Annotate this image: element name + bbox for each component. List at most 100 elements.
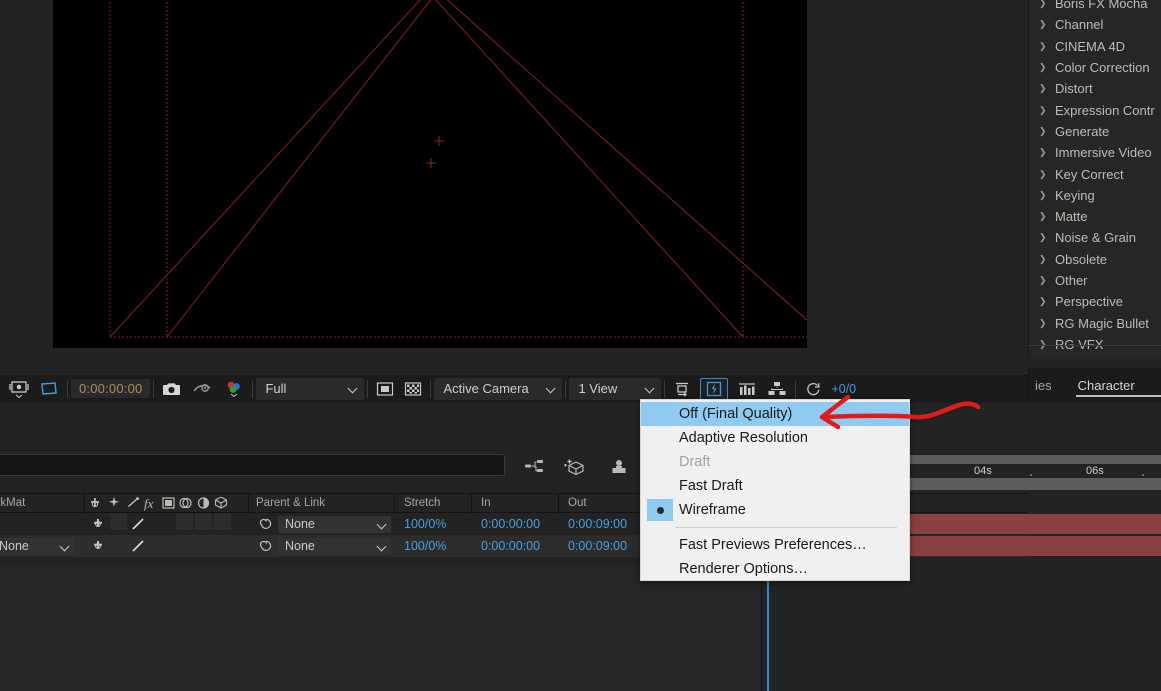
column-parent-and-link[interactable]: Parent & Link <box>256 497 325 509</box>
toolbar-separator <box>795 379 797 398</box>
toolbar-separator <box>252 379 254 398</box>
menu-item-label: Fast Previews Preferences… <box>679 537 867 553</box>
stretch-value[interactable]: 100/0% <box>404 535 446 557</box>
tab-properties[interactable]: ies <box>1029 368 1058 403</box>
view-layout-select[interactable]: 1 View <box>569 377 662 400</box>
menu-item-label: Off (Final Quality) <box>679 406 793 422</box>
effects-category-item[interactable]: ❯ Other <box>1029 270 1161 291</box>
collapse-transformations-toggle[interactable] <box>88 535 108 557</box>
fast-previews-button[interactable] <box>700 377 729 403</box>
effects-category-item[interactable]: ❯ Channel <box>1029 14 1161 35</box>
composition-mini-flowchart-icon[interactable] <box>524 458 546 479</box>
column-stretch[interactable]: Stretch <box>404 497 440 509</box>
toggle-mask-visibility-icon[interactable] <box>371 378 399 400</box>
effects-category-item[interactable]: ❯ Perspective <box>1029 291 1161 312</box>
in-value[interactable]: 0:00:00:00 <box>481 513 540 535</box>
menu-item[interactable]: Off (Final Quality) <box>641 402 909 426</box>
parent-link-select[interactable]: None <box>278 537 391 555</box>
search-input[interactable] <box>0 454 505 476</box>
menu-item[interactable]: Adaptive Resolution <box>641 426 909 450</box>
menu-item[interactable]: Wireframe <box>641 498 909 522</box>
chevron-right-icon: ❯ <box>1039 62 1047 73</box>
ruler-tick: 06s <box>1086 465 1104 485</box>
chevron-right-icon: ❯ <box>1039 147 1047 158</box>
effects-category-item[interactable]: ❯ Expression Contr <box>1029 99 1161 120</box>
viewer-canvas[interactable] <box>53 0 807 348</box>
menu-item-label: Wireframe <box>679 502 746 518</box>
chevron-right-icon: ❯ <box>1039 253 1047 264</box>
chevron-right-icon: ❯ <box>1039 168 1047 179</box>
out-value[interactable]: 0:00:09:00 <box>568 535 627 557</box>
hide-shy-layers-icon[interactable] <box>608 458 630 481</box>
resolution-value: Full <box>265 381 287 396</box>
effects-category-item[interactable]: ❯ Color Correction <box>1029 57 1161 78</box>
parent-pickwhip-icon[interactable] <box>258 535 274 557</box>
effects-category-item[interactable]: ❯ CINEMA 4D <box>1029 36 1161 57</box>
column-in[interactable]: In <box>481 497 491 509</box>
timeline-icon[interactable] <box>732 378 762 400</box>
effects-category-item[interactable]: ❯ Noise & Grain <box>1029 227 1161 248</box>
stretch-value[interactable]: 100/0% <box>404 513 446 535</box>
fast-previews-context-menu: Off (Final Quality) Adaptive Resolution Dr… <box>640 399 910 581</box>
out-value[interactable]: 0:00:09:00 <box>568 513 627 535</box>
region-of-interest-icon[interactable] <box>34 378 64 400</box>
show-channel-icon[interactable] <box>219 378 249 400</box>
parent-link-value: None <box>285 517 315 531</box>
reset-exposure-icon[interactable] <box>799 378 827 400</box>
chevron-right-icon: ❯ <box>1039 104 1047 115</box>
toggle-transparency-grid-icon[interactable] <box>399 378 427 400</box>
menu-item[interactable]: Renderer Options… <box>641 557 909 581</box>
chevron-right-icon: ❯ <box>1039 189 1047 200</box>
toolbar-separator <box>664 379 666 398</box>
parent-link-select[interactable]: None <box>278 515 391 533</box>
effects-category-item[interactable]: ❯ Matte <box>1029 206 1161 227</box>
effects-category-label: Keying <box>1055 187 1095 203</box>
take-snapshot-icon[interactable] <box>157 378 187 400</box>
resolution-select[interactable]: Full <box>256 377 365 400</box>
menu-item[interactable]: Fast Previews Preferences… <box>641 533 909 557</box>
quality-sampling-toggle[interactable] <box>128 513 148 535</box>
share-view-axes-icon[interactable] <box>668 378 696 400</box>
menu-item[interactable]: Fast Draft <box>641 474 909 498</box>
column-trkmat[interactable]: TrkMat <box>0 497 25 509</box>
effects-category-item[interactable]: ❯ Boris FX Mocha <box>1029 0 1161 14</box>
effects-category-item[interactable]: ❯ Keying <box>1029 185 1161 206</box>
effects-category-item[interactable]: ❯ Key Correct <box>1029 163 1161 184</box>
chevron-right-icon: ❯ <box>1039 0 1047 9</box>
chevron-right-icon: ❯ <box>1039 296 1047 307</box>
menu-item-label: Renderer Options… <box>679 561 808 577</box>
chevron-down-icon <box>547 384 556 393</box>
chevron-right-icon: ❯ <box>1039 125 1047 136</box>
always-preview-this-view-icon[interactable] <box>4 378 34 400</box>
chevron-right-icon: ❯ <box>1039 211 1047 222</box>
app-window: 0:00:00:00 Full Active Camera 1 View +0/… <box>0 0 1161 691</box>
menu-separator <box>675 527 897 528</box>
chevron-down-icon <box>646 384 655 393</box>
parent-link-value: None <box>285 539 315 553</box>
effects-category-list[interactable]: ❯ Boris FX Mocha ❯ Channel ❯ CINEMA 4D ❯ Color … <box>1029 0 1161 355</box>
comp-flowchart-icon[interactable] <box>762 378 792 400</box>
column-out[interactable]: Out <box>568 497 587 509</box>
chevron-right-icon: ❯ <box>1039 19 1047 30</box>
collapse-transformations-toggle[interactable] <box>88 513 108 535</box>
effects-category-item[interactable]: ❯ Generate <box>1029 121 1161 142</box>
quality-sampling-toggle[interactable] <box>128 535 148 557</box>
toolbar-separator <box>430 379 432 398</box>
draft-3d-icon[interactable] <box>564 458 588 481</box>
parent-pickwhip-icon[interactable] <box>258 513 274 535</box>
effects-category-item[interactable]: ❯ RG Magic Bullet <box>1029 312 1161 333</box>
effects-category-label: Distort <box>1055 81 1093 97</box>
show-snapshot-icon[interactable] <box>187 378 219 400</box>
viewer-timecode[interactable]: 0:00:00:00 <box>71 379 151 398</box>
camera-wireframe <box>109 0 807 338</box>
effects-category-item[interactable]: ❯ Immersive Video <box>1029 142 1161 163</box>
effects-category-item[interactable]: ❯ Obsolete <box>1029 249 1161 270</box>
camera-view-select[interactable]: Active Camera <box>434 377 563 400</box>
chevron-right-icon: ❯ <box>1039 275 1047 285</box>
tab-character[interactable]: Character <box>1072 368 1161 403</box>
exposure-value[interactable]: +0/0 <box>827 382 856 396</box>
layer-switches-icons: fx <box>88 496 240 514</box>
effects-category-item[interactable]: ❯ Distort <box>1029 78 1161 99</box>
in-value[interactable]: 0:00:00:00 <box>481 535 540 557</box>
trkmat-select[interactable]: None <box>0 537 74 555</box>
